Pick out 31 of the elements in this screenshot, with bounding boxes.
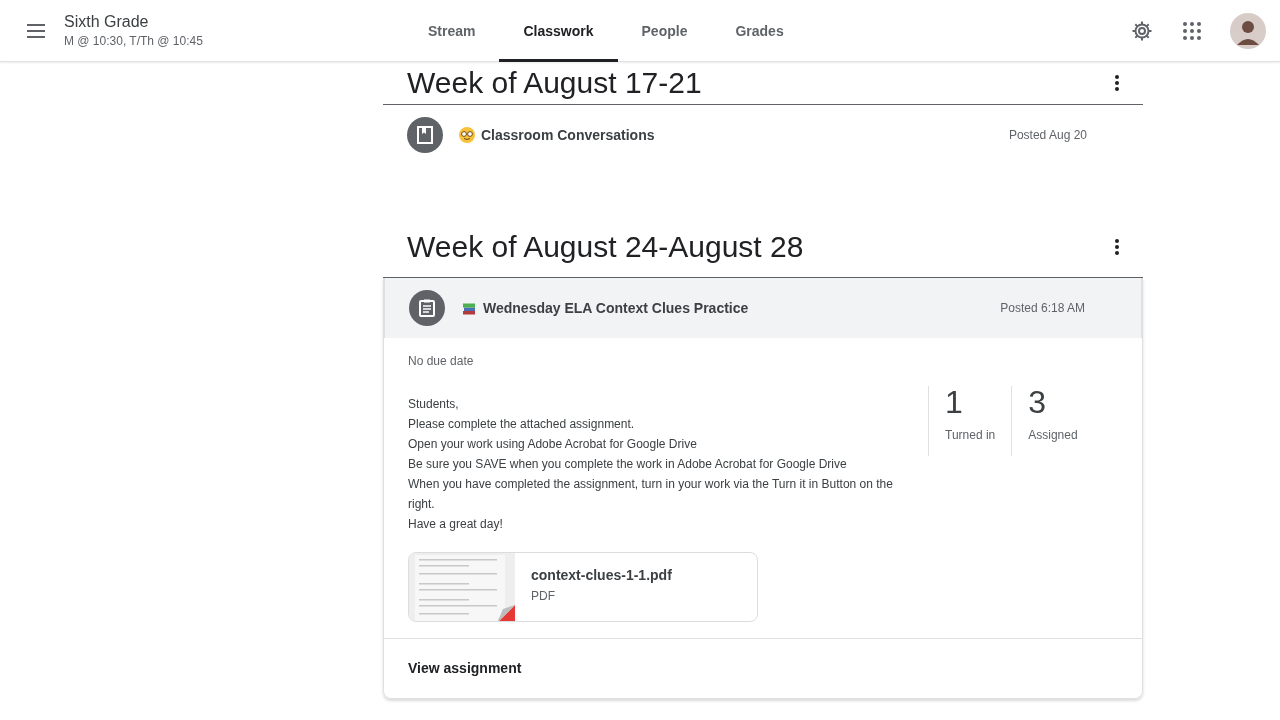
- class-schedule: M @ 10:30, T/Th @ 10:45: [64, 34, 204, 48]
- instruction-text: Have a great day!: [408, 516, 504, 533]
- file-type: PDF: [531, 589, 556, 603]
- instruction-text: Open your work using Adobe Acrobat for Google Drive: [408, 436, 698, 453]
- nav-tab[interactable]: Stream: [404, 0, 500, 62]
- nav-tab[interactable]: People: [617, 0, 712, 62]
- nav-tab[interactable]: Classwork: [499, 0, 618, 62]
- topic-title: Week of August 24-August 28: [407, 232, 804, 262]
- file-name: context-clues-1-1.pdf: [531, 567, 672, 583]
- stat-label: Turned in: [945, 428, 996, 442]
- material-icon: [407, 117, 443, 153]
- classwork-item[interactable]: Wednesday ELA Context Clues Practice Posted 6:18 AM: [384, 278, 1142, 338]
- instruction-text: Be sure you SAVE when you complete the work in Adobe Acrobat for Google Drive: [408, 456, 848, 473]
- view-assignment-link[interactable]: View assignment: [408, 660, 522, 676]
- stat-count: 3: [1028, 386, 1048, 418]
- posted-date: Posted 6:18 AM: [1000, 301, 1085, 315]
- nav-tab[interactable]: Grades: [711, 0, 808, 62]
- instruction-text: Students,: [408, 396, 460, 413]
- classwork-item[interactable]: Classroom Conversations Posted Aug 20: [383, 105, 1143, 165]
- posted-date: Posted Aug 20: [1008, 128, 1087, 142]
- assignment-icon: [409, 290, 445, 326]
- stat-label: Assigned: [1028, 428, 1078, 442]
- stat-count: 1: [945, 386, 964, 418]
- instruction-text: Please complete the attached assignment.: [408, 416, 636, 433]
- class-name[interactable]: Sixth Grade: [64, 13, 404, 31]
- topic-title: Week of August 17-21: [407, 68, 702, 98]
- attachment-card[interactable]: context-clues-1-1.pdf PDF: [408, 552, 758, 622]
- glasses-emoji-icon: [459, 127, 475, 143]
- due-date: No due date: [408, 354, 475, 368]
- avatar-icon[interactable]: [1230, 12, 1266, 49]
- instruction-text: When you have completed the assignment, turn in your work via the Turn it in Button on the right.: [408, 476, 894, 513]
